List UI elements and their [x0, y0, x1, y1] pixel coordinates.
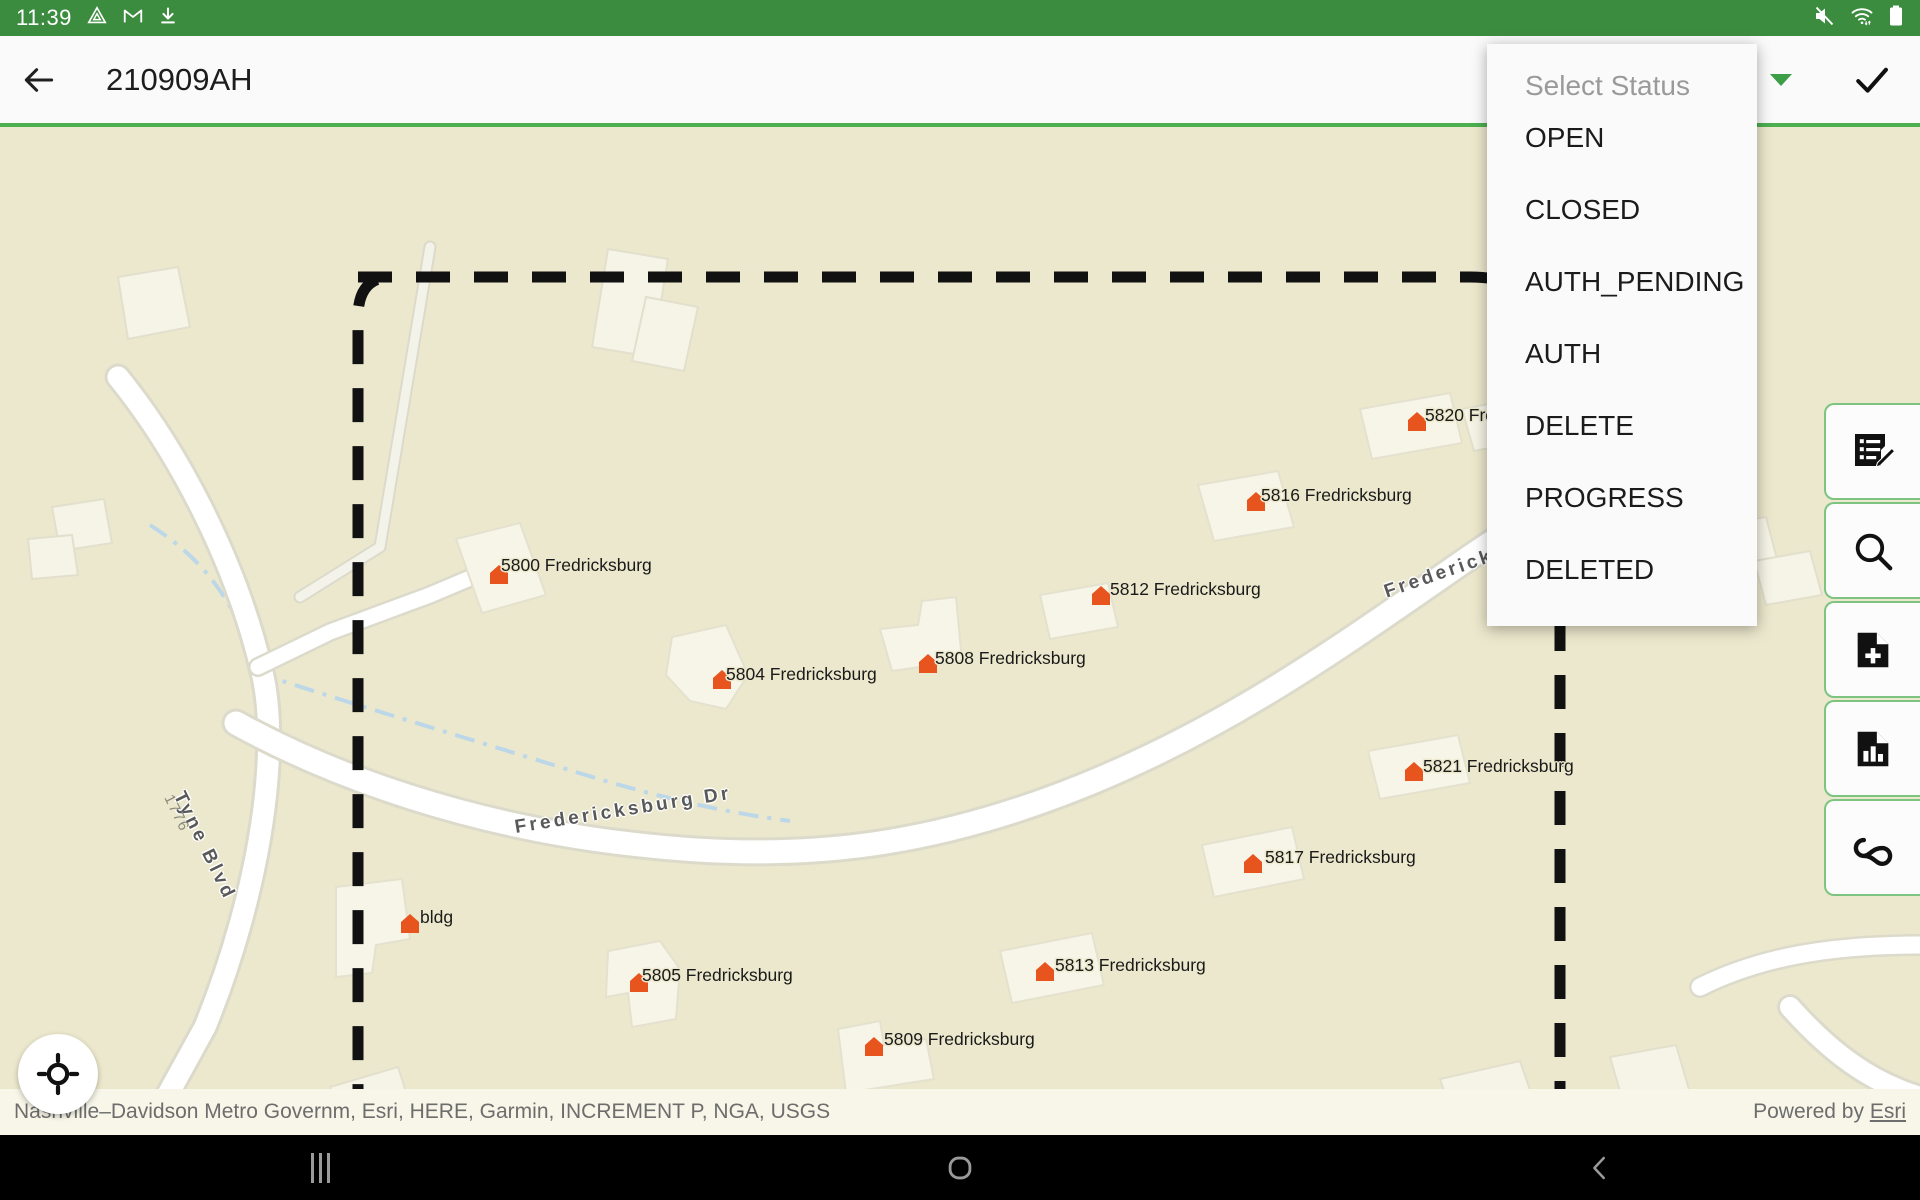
status-option-progress[interactable]: PROGRESS [1487, 462, 1757, 534]
status-bar-clock: 11:39 [16, 5, 72, 30]
back-button-nav[interactable] [1280, 1153, 1920, 1183]
download-icon [158, 6, 178, 31]
battery-icon [1888, 4, 1904, 33]
status-option-deleted[interactable]: DELETED [1487, 534, 1757, 606]
app-bar-actions [1738, 58, 1920, 102]
back-arrow-icon [24, 67, 54, 92]
check-icon [1856, 67, 1888, 93]
drive-icon [86, 5, 108, 32]
file-chart-icon [1857, 731, 1889, 766]
status-bar-system-icons [1812, 4, 1904, 33]
esri-link[interactable]: Esri [1870, 1100, 1906, 1123]
recents-icon [310, 1152, 330, 1183]
wifi-icon [1850, 4, 1874, 33]
locate-me-button[interactable] [18, 1034, 98, 1114]
powered-by-prefix: Powered by [1753, 1100, 1870, 1123]
map-attribution-bar: Nashville–Davidson Metro Governm, Esri, … [0, 1089, 1920, 1135]
edit-form-button[interactable] [1824, 403, 1920, 500]
mute-icon [1812, 4, 1836, 33]
page-title: 210909AH [106, 61, 253, 97]
file-plus-icon [1857, 632, 1889, 667]
status-dropdown-hint: Select Status [1525, 70, 1690, 101]
search-icon [1855, 533, 1893, 570]
add-document-button[interactable] [1824, 601, 1920, 698]
map-tool-rail [1824, 403, 1920, 896]
status-option-auth-pending[interactable]: AUTH_PENDING [1487, 246, 1757, 318]
app-root: 11:39 210909AH 5800 Fredricksburg 5804 F… [0, 0, 1920, 1200]
status-option-closed[interactable]: CLOSED [1487, 174, 1757, 246]
android-status-bar: 11:39 [0, 0, 1920, 36]
back-icon [1593, 1156, 1605, 1179]
home-icon [948, 1156, 972, 1179]
link-button[interactable] [1824, 799, 1920, 896]
android-nav-bar [0, 1135, 1920, 1200]
home-button[interactable] [640, 1151, 1280, 1185]
status-bar-notification-icons [86, 5, 178, 32]
locate-crosshair-icon [36, 1052, 80, 1096]
status-option-delete[interactable]: DELETE [1487, 390, 1757, 462]
list-edit-icon [1855, 433, 1896, 468]
status-option-open[interactable]: OPEN [1487, 102, 1757, 174]
gmail-icon [122, 5, 144, 32]
chevron-down-icon [1770, 73, 1792, 86]
powered-by: Powered by Esri [1753, 1100, 1906, 1124]
report-button[interactable] [1824, 700, 1920, 797]
confirm-button[interactable] [1824, 58, 1920, 102]
status-option-auth[interactable]: AUTH [1487, 318, 1757, 390]
infinity-icon [1853, 837, 1893, 866]
status-dropdown-menu[interactable]: Select Status OPEN CLOSED AUTH_PENDING A… [1487, 44, 1757, 626]
recents-button[interactable] [0, 1152, 640, 1183]
search-button[interactable] [1824, 502, 1920, 599]
back-button[interactable] [0, 34, 78, 125]
attribution-sources: Nashville–Davidson Metro Governm, Esri, … [14, 1100, 831, 1123]
